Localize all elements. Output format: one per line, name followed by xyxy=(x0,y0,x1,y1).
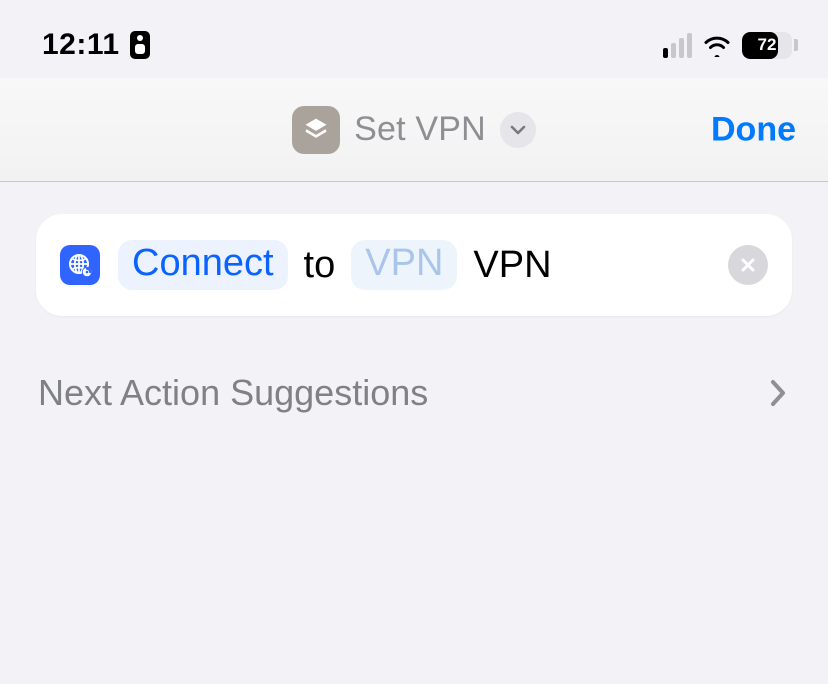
to-label: to xyxy=(304,244,336,287)
chevron-down-icon xyxy=(510,125,526,135)
cellular-signal-icon xyxy=(663,33,692,58)
connect-label: Connect xyxy=(132,242,274,285)
status-bar-left: 12:11 xyxy=(42,28,150,62)
action-card[interactable]: Connect to VPN VPN xyxy=(36,214,792,316)
vpn-param-pill[interactable]: VPN xyxy=(351,240,457,290)
content-area: Connect to VPN VPN Next Action Suggestio… xyxy=(0,182,828,446)
vpn-suffix-label: VPN xyxy=(473,244,551,287)
chevron-right-icon xyxy=(766,381,790,405)
title-menu-button[interactable] xyxy=(500,112,536,148)
close-icon xyxy=(739,256,757,274)
battery-percentage: 72 xyxy=(742,32,792,59)
nav-bar: Set VPN Done xyxy=(0,78,828,182)
next-action-suggestions-row[interactable]: Next Action Suggestions xyxy=(36,372,792,414)
wifi-icon xyxy=(702,33,732,57)
shortcut-icon xyxy=(292,106,340,154)
nav-title-group[interactable]: Set VPN xyxy=(292,106,536,154)
status-bar: 12:11 72 xyxy=(0,0,828,78)
connect-param-pill[interactable]: Connect xyxy=(118,240,288,290)
battery-indicator: 72 xyxy=(742,32,798,59)
done-button[interactable]: Done xyxy=(711,110,796,149)
remove-action-button[interactable] xyxy=(728,245,768,285)
status-bar-right: 72 xyxy=(663,32,798,59)
clock-time: 12:11 xyxy=(42,28,120,62)
vpn-param-label: VPN xyxy=(365,242,443,285)
page-title: Set VPN xyxy=(354,110,486,149)
next-action-suggestions-label: Next Action Suggestions xyxy=(38,372,428,414)
globe-vpn-icon xyxy=(60,245,100,285)
action-text: Connect to VPN VPN xyxy=(118,240,710,290)
face-id-icon xyxy=(130,31,150,59)
